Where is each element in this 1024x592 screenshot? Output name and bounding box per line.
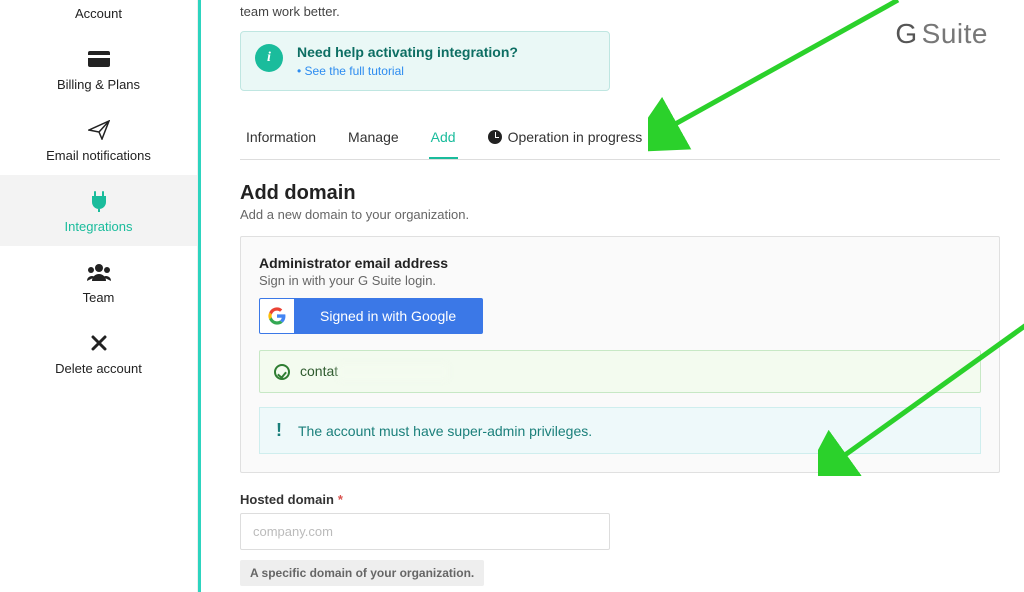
- content-area: team work better. GSuite i Need help act…: [198, 0, 1024, 592]
- tab-add[interactable]: Add: [429, 119, 458, 159]
- hosted-domain-label: Hosted domain*: [240, 492, 343, 507]
- sidebar-label-delete: Delete account: [55, 361, 142, 376]
- accent-border: [198, 0, 201, 592]
- help-link[interactable]: See the full tutorial: [297, 64, 518, 78]
- signin-status-text: contat: [300, 363, 448, 380]
- sidebar-item-email[interactable]: Email notifications: [0, 104, 197, 175]
- plug-icon: [89, 189, 109, 213]
- sidebar-label-billing: Billing & Plans: [57, 77, 140, 92]
- sidebar: Account Billing & Plans Email notificati…: [0, 0, 198, 592]
- help-title: Need help activating integration?: [297, 44, 518, 60]
- super-admin-text: The account must have super-admin privil…: [298, 423, 592, 439]
- sidebar-label-account: Account: [75, 6, 122, 21]
- hosted-domain-group: Hosted domain* A specific domain of your…: [240, 491, 1000, 586]
- sidebar-label-team: Team: [83, 290, 115, 305]
- tab-information[interactable]: Information: [244, 119, 318, 159]
- sidebar-label-integrations: Integrations: [65, 219, 133, 234]
- section-subtitle: Add a new domain to your organization.: [240, 207, 1000, 222]
- admin-card: Administrator email address Sign in with…: [240, 236, 1000, 473]
- x-icon: [91, 331, 107, 355]
- tab-manage[interactable]: Manage: [346, 119, 401, 159]
- sidebar-item-account[interactable]: Account: [0, 0, 197, 33]
- hosted-domain-input[interactable]: [240, 513, 610, 550]
- tabs: Information Manage Add Operation in prog…: [240, 119, 1000, 160]
- help-callout: i Need help activating integration? See …: [240, 31, 610, 91]
- super-admin-info: ! The account must have super-admin priv…: [259, 407, 981, 454]
- admin-sub: Sign in with your G Suite login.: [259, 273, 981, 288]
- tab-progress-label: Operation in progress: [508, 129, 643, 145]
- google-btn-text: Signed in with Google: [294, 308, 482, 324]
- hosted-domain-hint: A specific domain of your organization.: [240, 560, 484, 586]
- sidebar-item-integrations[interactable]: Integrations: [0, 175, 197, 246]
- info-icon: i: [255, 44, 283, 72]
- google-logo-icon: [260, 299, 294, 333]
- clock-icon: [488, 130, 502, 144]
- sidebar-item-team[interactable]: Team: [0, 246, 197, 317]
- tab-operation-in-progress[interactable]: Operation in progress: [486, 119, 645, 159]
- signin-status-row: contat: [259, 350, 981, 393]
- sidebar-item-delete[interactable]: Delete account: [0, 317, 197, 388]
- google-signin-button[interactable]: Signed in with Google: [259, 298, 483, 334]
- paper-plane-icon: [88, 118, 110, 142]
- section-title: Add domain: [240, 182, 1000, 205]
- sidebar-item-billing[interactable]: Billing & Plans: [0, 33, 197, 104]
- gsuite-logo: GSuite: [895, 18, 988, 50]
- exclamation-icon: !: [276, 420, 282, 441]
- people-icon: [86, 260, 112, 284]
- admin-label: Administrator email address: [259, 255, 981, 271]
- credit-card-icon: [88, 47, 110, 71]
- sidebar-label-email: Email notifications: [46, 148, 151, 163]
- intro-text: team work better.: [240, 4, 700, 19]
- check-circle-icon: [274, 364, 290, 380]
